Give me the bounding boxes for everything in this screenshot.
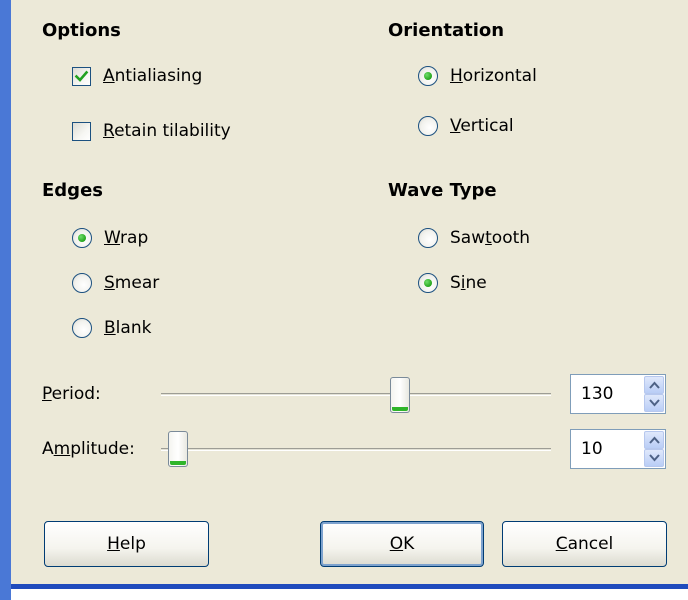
ok-button[interactable]: OK xyxy=(320,521,484,567)
sawtooth-radio-row[interactable]: Sawtooth xyxy=(418,226,530,250)
wrap-radio[interactable] xyxy=(72,228,92,248)
radio-selected-dot xyxy=(424,279,432,287)
arrow-up-icon xyxy=(649,436,660,444)
cancel-button[interactable]: Cancel xyxy=(502,521,667,567)
period-slider-thumb[interactable] xyxy=(390,377,411,413)
options-heading: Options xyxy=(42,20,121,41)
wrap-radio-row[interactable]: Wrap xyxy=(72,226,148,250)
amplitude-label: Amplitude: xyxy=(42,439,135,459)
antialiasing-label: Antialiasing xyxy=(103,66,203,86)
sawtooth-label: Sawtooth xyxy=(450,228,531,248)
smear-radio-row[interactable]: Smear xyxy=(72,271,159,295)
horizontal-radio[interactable] xyxy=(418,66,438,86)
smear-radio[interactable] xyxy=(72,273,92,293)
amplitude-value-input[interactable] xyxy=(571,430,639,468)
radio-selected-dot xyxy=(78,234,86,242)
amplitude-slider-track[interactable] xyxy=(161,448,551,451)
vertical-label: Vertical xyxy=(450,116,514,136)
period-spinbox[interactable] xyxy=(570,374,666,414)
window-left-border xyxy=(0,0,11,600)
period-decrement-button[interactable] xyxy=(644,394,664,412)
period-increment-button[interactable] xyxy=(644,376,664,394)
antialiasing-checkbox[interactable] xyxy=(72,66,91,86)
arrow-up-icon xyxy=(649,381,660,389)
arrow-down-icon xyxy=(649,399,660,407)
ripple-dialog: Options Antialiasing Retain tilability O… xyxy=(11,0,688,589)
wave-type-heading: Wave Type xyxy=(388,180,497,201)
sine-radio-row[interactable]: Sine xyxy=(418,271,487,295)
help-button[interactable]: Help xyxy=(44,521,209,567)
blank-label: Blank xyxy=(104,318,152,338)
retain-tilability-checkbox-row[interactable]: Retain tilability xyxy=(72,119,231,143)
sawtooth-radio[interactable] xyxy=(418,228,438,248)
amplitude-slider-thumb[interactable] xyxy=(168,431,189,467)
period-slider-track[interactable] xyxy=(161,393,551,396)
horizontal-label: Horizontal xyxy=(450,66,537,86)
amplitude-increment-button[interactable] xyxy=(644,431,664,449)
vertical-radio-row[interactable]: Vertical xyxy=(418,114,514,138)
period-label: Period: xyxy=(42,384,101,404)
blank-radio-row[interactable]: Blank xyxy=(72,316,151,340)
retain-tilability-label: Retain tilability xyxy=(103,121,231,141)
amplitude-spinbox[interactable] xyxy=(570,429,666,469)
checkmark-icon xyxy=(74,70,89,82)
edges-heading: Edges xyxy=(42,180,103,201)
retain-tilability-checkbox[interactable] xyxy=(72,121,91,141)
amplitude-decrement-button[interactable] xyxy=(644,449,664,467)
arrow-down-icon xyxy=(649,454,660,462)
antialiasing-checkbox-row[interactable]: Antialiasing xyxy=(72,64,202,88)
orientation-heading: Orientation xyxy=(388,20,505,41)
period-value-input[interactable] xyxy=(571,375,639,413)
horizontal-radio-row[interactable]: Horizontal xyxy=(418,64,537,88)
smear-label: Smear xyxy=(104,273,160,293)
wrap-label: Wrap xyxy=(104,228,149,248)
blank-radio[interactable] xyxy=(72,318,92,338)
sine-label: Sine xyxy=(450,273,487,293)
sine-radio[interactable] xyxy=(418,273,438,293)
vertical-radio[interactable] xyxy=(418,116,438,136)
radio-selected-dot xyxy=(424,72,432,80)
